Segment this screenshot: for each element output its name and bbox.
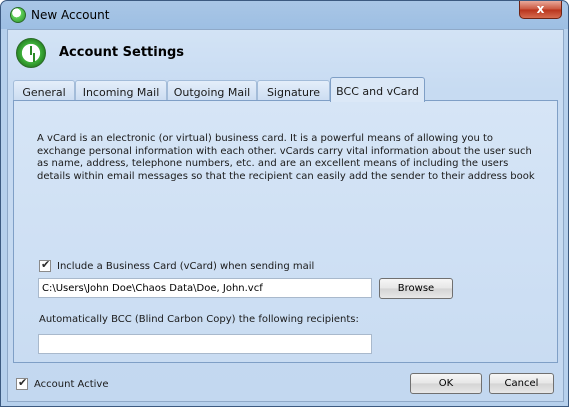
dialog-window: New Account x Account Settings General I… [0,0,569,407]
bcc-label: Automatically BCC (Blind Carbon Copy) th… [39,314,359,325]
page-title: Account Settings [59,45,185,60]
vcard-path-field[interactable]: C:\Users\John Doe\Chaos Data\Doe, John.v… [38,278,372,298]
account-active-row[interactable]: ✔ Account Active [16,376,109,390]
tab-signature[interactable]: Signature [257,80,330,101]
tab-incoming-mail[interactable]: Incoming Mail [75,80,167,101]
window-title: New Account [31,8,110,22]
bcc-recipients-field[interactable] [38,334,372,354]
tab-general[interactable]: General [13,80,75,101]
account-active-label: Account Active [34,378,109,390]
account-clock-icon [16,38,46,68]
checkmark-icon: ✔ [41,258,51,271]
browse-button[interactable]: Browse [379,278,453,299]
title-bar[interactable]: New Account x [1,1,568,29]
tab-outgoing-mail[interactable]: Outgoing Mail [167,80,257,101]
account-active-checkbox[interactable]: ✔ [16,376,28,390]
tab-panel-bcc-vcard: A vCard is an electronic (or virtual) bu… [13,100,558,363]
include-vcard-checkbox[interactable]: ✔ [39,258,51,272]
cancel-button[interactable]: Cancel [489,373,554,394]
include-vcard-label: Include a Business Card (vCard) when sen… [57,260,315,272]
ok-button[interactable]: OK [410,373,482,394]
tab-bcc-and-vcard[interactable]: BCC and vCard [330,77,425,102]
app-icon [10,7,26,23]
dialog-client-area: Account Settings General Incoming Mail O… [7,29,564,402]
vcard-description: A vCard is an electronic (or virtual) bu… [37,133,535,182]
checkmark-icon: ✔ [18,376,28,389]
close-button[interactable]: x [519,1,562,19]
include-vcard-row[interactable]: ✔ Include a Business Card (vCard) when s… [39,258,315,272]
tab-strip: General Incoming Mail Outgoing Mail Sign… [13,77,558,102]
